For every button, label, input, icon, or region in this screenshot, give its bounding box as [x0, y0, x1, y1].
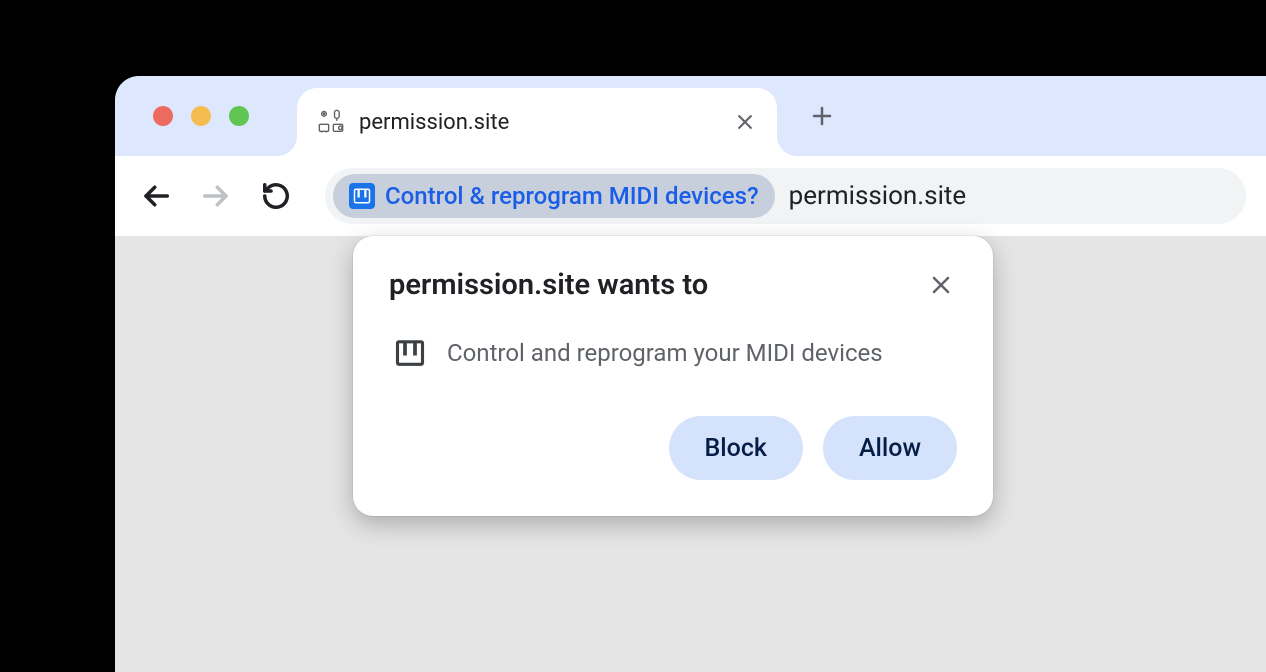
- dialog-header: permission.site wants to: [389, 268, 957, 302]
- window-minimize-button[interactable]: [191, 106, 211, 126]
- new-tab-button[interactable]: [803, 97, 841, 135]
- dialog-buttons: Block Allow: [389, 416, 957, 480]
- block-button[interactable]: Block: [669, 416, 803, 480]
- permission-dialog: permission.site wants to Control and rep…: [353, 236, 993, 516]
- address-bar[interactable]: Control & reprogram MIDI devices? permis…: [325, 168, 1246, 224]
- forward-button[interactable]: [195, 175, 237, 217]
- midi-piano-icon: [395, 338, 425, 368]
- window-controls: [153, 106, 249, 126]
- back-button[interactable]: [135, 175, 177, 217]
- permission-chip[interactable]: Control & reprogram MIDI devices?: [333, 174, 775, 218]
- tab-close-button[interactable]: [731, 108, 759, 136]
- dialog-close-button[interactable]: [925, 269, 957, 301]
- midi-piano-icon: [349, 183, 375, 209]
- tab-title: permission.site: [359, 110, 731, 135]
- reload-button[interactable]: [255, 175, 297, 217]
- url-text: permission.site: [789, 181, 967, 211]
- dialog-title: permission.site wants to: [389, 268, 708, 302]
- permission-chip-text: Control & reprogram MIDI devices?: [385, 182, 759, 210]
- allow-button[interactable]: Allow: [823, 416, 957, 480]
- window-close-button[interactable]: [153, 106, 173, 126]
- browser-window: permission.site: [115, 76, 1266, 672]
- window-maximize-button[interactable]: [229, 106, 249, 126]
- dialog-body-text: Control and reprogram your MIDI devices: [447, 339, 883, 367]
- permission-favicon-icon: [317, 108, 345, 136]
- toolbar: Control & reprogram MIDI devices? permis…: [115, 156, 1266, 236]
- browser-tab[interactable]: permission.site: [297, 88, 777, 156]
- tab-bar: permission.site: [115, 76, 1266, 156]
- dialog-body: Control and reprogram your MIDI devices: [389, 338, 957, 368]
